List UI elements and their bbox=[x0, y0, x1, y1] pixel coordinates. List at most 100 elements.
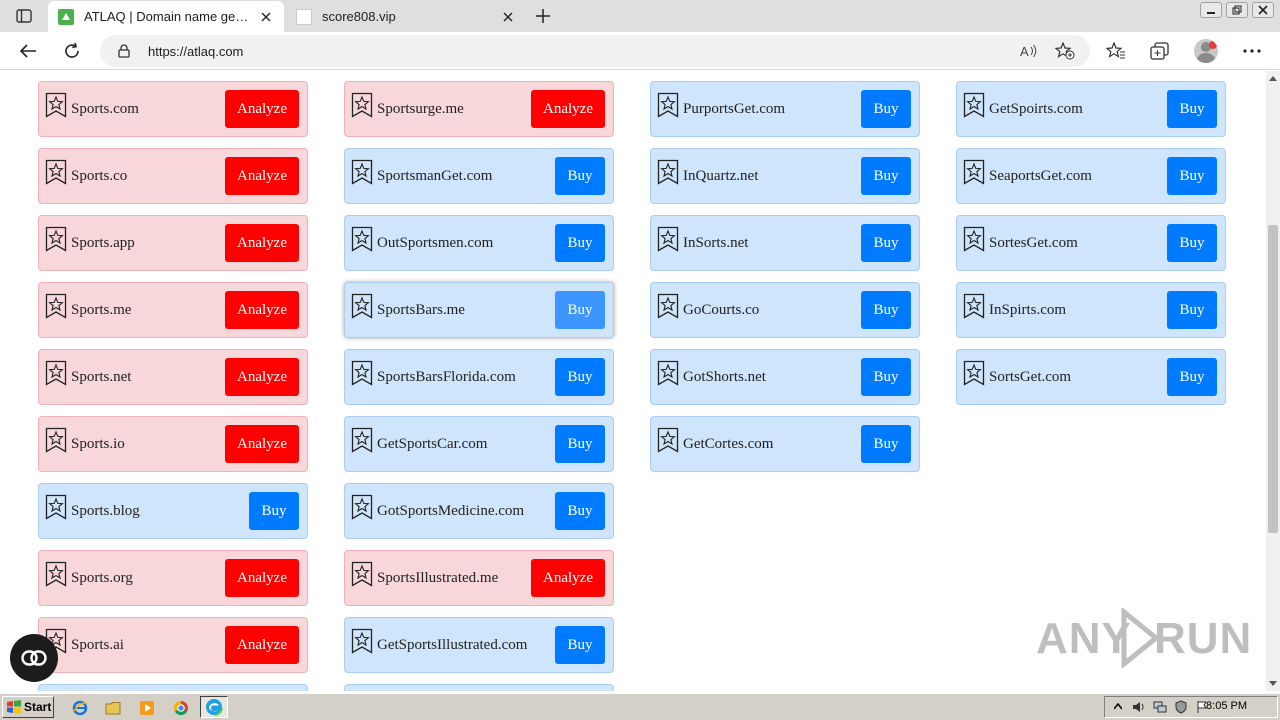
network-button[interactable] bbox=[1152, 699, 1168, 715]
bookmark-star-icon[interactable] bbox=[45, 561, 67, 587]
page-scrollbar[interactable] bbox=[1266, 71, 1280, 691]
bookmark-star-icon[interactable] bbox=[45, 92, 67, 118]
buy-button[interactable]: Buy bbox=[555, 492, 605, 530]
ie-launch-button[interactable] bbox=[70, 698, 90, 718]
explorer-launch-button[interactable] bbox=[103, 698, 123, 718]
address-bar[interactable] bbox=[100, 35, 1090, 67]
bookmark-star-icon[interactable] bbox=[45, 360, 67, 386]
scroll-thumb[interactable] bbox=[1268, 225, 1278, 533]
buy-button[interactable]: Buy bbox=[555, 157, 605, 195]
analyze-button[interactable]: Analyze bbox=[531, 559, 605, 597]
tab-atlaq[interactable]: ATLAQ | Domain name generator bbox=[48, 1, 284, 32]
back-button[interactable] bbox=[14, 37, 42, 65]
bookmark-star-icon[interactable] bbox=[351, 427, 373, 453]
buy-button[interactable]: Buy bbox=[555, 224, 605, 262]
buy-button[interactable]: Buy bbox=[1167, 157, 1217, 195]
buy-button[interactable]: Buy bbox=[861, 90, 911, 128]
scroll-up-button[interactable] bbox=[1266, 71, 1280, 85]
analyze-button[interactable]: Analyze bbox=[225, 559, 299, 597]
collections-button[interactable] bbox=[1146, 37, 1174, 65]
shield-icon bbox=[1175, 700, 1187, 714]
restore-button[interactable] bbox=[1226, 2, 1248, 18]
bookmark-star-icon[interactable] bbox=[351, 494, 373, 520]
tab-title: ATLAQ | Domain name generator bbox=[84, 9, 252, 24]
buy-button[interactable]: Buy bbox=[861, 425, 911, 463]
bookmark-star-icon[interactable] bbox=[963, 360, 985, 386]
bookmark-star-icon[interactable] bbox=[351, 561, 373, 587]
bookmark-star-icon[interactable] bbox=[45, 226, 67, 252]
buy-button[interactable]: Buy bbox=[1167, 90, 1217, 128]
url-input[interactable] bbox=[148, 43, 968, 59]
bookmark-star-icon[interactable] bbox=[351, 628, 373, 654]
bookmark-star-icon[interactable] bbox=[657, 360, 679, 386]
bookmark-star-icon[interactable] bbox=[657, 159, 679, 185]
bookmark-star-icon[interactable] bbox=[351, 293, 373, 319]
floating-action-button[interactable] bbox=[10, 634, 58, 682]
tray-expand-button[interactable] bbox=[1110, 699, 1126, 715]
buy-button[interactable]: Buy bbox=[555, 425, 605, 463]
tab-actions-button[interactable] bbox=[8, 6, 40, 26]
bookmark-star-icon[interactable] bbox=[45, 159, 67, 185]
analyze-button[interactable]: Analyze bbox=[225, 626, 299, 664]
bookmark-star-icon[interactable] bbox=[963, 293, 985, 319]
show-desktop-button[interactable] bbox=[1253, 698, 1275, 716]
tab-close-button[interactable] bbox=[500, 9, 516, 25]
add-favorite-button[interactable] bbox=[1053, 39, 1077, 63]
bookmark-star-icon[interactable] bbox=[351, 360, 373, 386]
favorites-button[interactable] bbox=[1102, 37, 1130, 65]
bookmark-star-icon[interactable] bbox=[963, 226, 985, 252]
bookmark-star-icon[interactable] bbox=[963, 92, 985, 118]
security-button[interactable] bbox=[1173, 699, 1189, 715]
bookmark-star-icon[interactable] bbox=[657, 293, 679, 319]
analyze-button[interactable]: Analyze bbox=[225, 291, 299, 329]
bookmark-star-icon[interactable] bbox=[45, 494, 67, 520]
bookmark-star-icon[interactable] bbox=[351, 159, 373, 185]
tab-score808[interactable]: score808.vip bbox=[286, 1, 526, 32]
analyze-button[interactable]: Analyze bbox=[225, 425, 299, 463]
analyze-button[interactable]: Analyze bbox=[225, 224, 299, 262]
domain-name: OutSportsmen.com bbox=[377, 234, 494, 251]
analyze-button[interactable]: Analyze bbox=[225, 90, 299, 128]
domain-name: GetCortes.com bbox=[683, 435, 774, 452]
start-button[interactable]: Start bbox=[2, 696, 54, 718]
buy-button[interactable]: Buy bbox=[861, 224, 911, 262]
back-arrow-icon bbox=[19, 44, 36, 58]
analyze-button[interactable]: Analyze bbox=[225, 157, 299, 195]
bookmark-star-icon[interactable] bbox=[963, 159, 985, 185]
bookmark-star-icon[interactable] bbox=[351, 92, 373, 118]
buy-button[interactable]: Buy bbox=[861, 358, 911, 396]
buy-button[interactable]: Buy bbox=[861, 157, 911, 195]
settings-menu-button[interactable] bbox=[1238, 37, 1266, 65]
buy-button[interactable]: Buy bbox=[555, 626, 605, 664]
buy-button[interactable]: Buy bbox=[555, 291, 605, 329]
chrome-launch-button[interactable] bbox=[171, 698, 191, 718]
profile-avatar[interactable] bbox=[1194, 39, 1218, 63]
buy-button[interactable]: Buy bbox=[1167, 291, 1217, 329]
bookmark-star-icon[interactable] bbox=[657, 92, 679, 118]
close-window-button[interactable] bbox=[1252, 2, 1274, 18]
media-player-launch-button[interactable] bbox=[137, 698, 157, 718]
volume-button[interactable] bbox=[1131, 699, 1147, 715]
edge-taskbar-button[interactable] bbox=[200, 696, 228, 718]
bookmark-star-icon[interactable] bbox=[45, 293, 67, 319]
minimize-button[interactable] bbox=[1200, 2, 1222, 18]
bookmark-star-icon[interactable] bbox=[351, 226, 373, 252]
analyze-button[interactable]: Analyze bbox=[225, 358, 299, 396]
bookmark-star-icon[interactable] bbox=[657, 226, 679, 252]
scroll-down-button[interactable] bbox=[1266, 677, 1280, 691]
new-tab-button[interactable] bbox=[532, 6, 554, 26]
buy-button[interactable]: Buy bbox=[249, 492, 299, 530]
buy-button[interactable]: Buy bbox=[1167, 224, 1217, 262]
windows-flag-icon bbox=[7, 700, 21, 714]
analyze-button[interactable]: Analyze bbox=[531, 90, 605, 128]
tab-close-button[interactable] bbox=[258, 9, 274, 25]
bookmark-star-icon[interactable] bbox=[657, 427, 679, 453]
read-aloud-button[interactable]: A bbox=[1017, 39, 1041, 63]
buy-button[interactable]: Buy bbox=[861, 291, 911, 329]
minimize-icon bbox=[1207, 12, 1215, 14]
refresh-button[interactable] bbox=[58, 37, 86, 65]
buy-button[interactable]: Buy bbox=[1167, 358, 1217, 396]
bookmark-star-icon[interactable] bbox=[45, 427, 67, 453]
buy-button[interactable]: Buy bbox=[555, 358, 605, 396]
taskbar-clock[interactable]: 8:05 PM bbox=[1206, 700, 1247, 712]
